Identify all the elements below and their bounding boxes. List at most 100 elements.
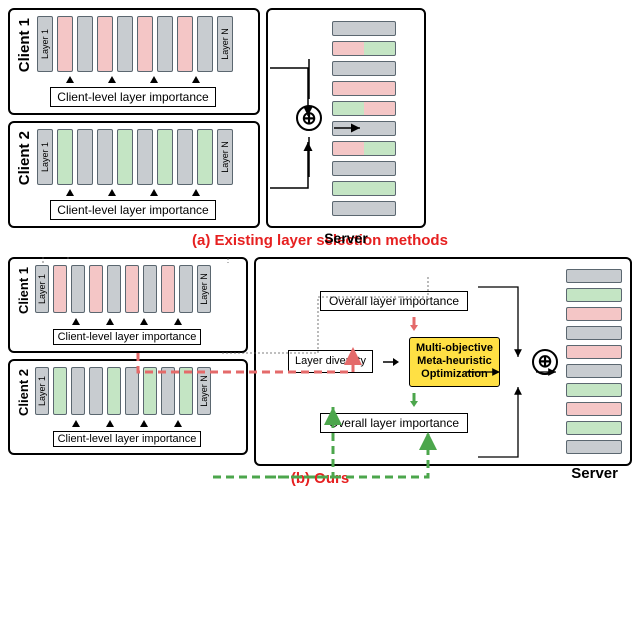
server-label: Server (571, 465, 618, 482)
layer-bar (53, 265, 67, 313)
client-1-label: Client 1 (16, 16, 33, 74)
layer-n-label: Layer N (199, 376, 209, 408)
up-arrow-icon (106, 420, 114, 427)
server-layer-bar (566, 421, 622, 435)
aggregate-icon: ⊕ (296, 105, 322, 131)
up-arrow-icon (108, 76, 116, 83)
up-arrow-icon (192, 189, 200, 196)
layer-1-label: Layer 1 (37, 376, 47, 406)
up-arrow-icon (72, 420, 80, 427)
layer-bar (89, 265, 103, 313)
merge-arrow-icon (299, 59, 319, 99)
layer-bar: Layer N (197, 265, 211, 313)
layer-bar (125, 367, 139, 415)
up-arrow-icon (106, 318, 114, 325)
layer-bar (179, 265, 193, 313)
layer-bar (77, 129, 93, 185)
layer-bar: Layer 1 (35, 367, 49, 415)
layer-bar (53, 367, 67, 415)
layer-bar (143, 265, 157, 313)
overall-importance-box: Overall layer importance (320, 413, 468, 433)
client-1-box: Client 1 Layer 1 Layer N Client-level lay… (8, 8, 260, 115)
up-arrow-icon (108, 189, 116, 196)
server-layer-bar (332, 181, 396, 196)
title-a: (a) Existing layer selection methods (8, 232, 632, 249)
client-2-box: Client 2 Layer 1 Layer N Client-level lay… (8, 121, 260, 228)
layer-bar (57, 16, 73, 72)
server-box-a: ⊕ Server (266, 8, 426, 228)
layer-bar: Layer N (217, 129, 233, 185)
layer-bar (89, 367, 103, 415)
client-1-box-b: Client 1 Layer 1 Layer N Client-level lay… (8, 257, 248, 353)
server-layer-bar (566, 307, 622, 321)
layer-bar (177, 16, 193, 72)
server-layer-bar (566, 383, 622, 397)
layer-bar (107, 367, 121, 415)
layer-bar (197, 16, 213, 72)
client-importance-label: Client-level layer importance (53, 431, 202, 447)
server-layer-bar (332, 201, 396, 216)
layer-bar (161, 265, 175, 313)
opt-line2: Meta-heuristic (416, 355, 493, 368)
layer-bar (143, 367, 157, 415)
server-label: Server (324, 230, 368, 246)
client-1-layers: Layer 1 Layer N (37, 16, 233, 74)
layer-bar: Layer 1 (37, 129, 53, 185)
title-b: (b) Ours (8, 470, 632, 487)
section-b: Client 1 Layer 1 Layer N Client-level lay… (8, 257, 632, 466)
layer-bar (71, 367, 85, 415)
server-layer-bar (332, 161, 396, 176)
overall-importance-box: Overall layer importance (320, 291, 468, 311)
layer-bar (157, 16, 173, 72)
layer-bar (197, 129, 213, 185)
server-layer-bar (566, 326, 622, 340)
up-arrow-icon (140, 420, 148, 427)
client-importance-label: Client-level layer importance (53, 329, 202, 345)
opt-line3: Optimization (416, 368, 493, 381)
up-arrow-icon (72, 318, 80, 325)
opt-line1: Multi-objective (416, 342, 493, 355)
server-layer-bar (332, 101, 396, 116)
up-arrow-icon (140, 318, 148, 325)
up-arrow-icon (66, 189, 74, 196)
client-importance-label: Client-level layer importance (50, 200, 215, 220)
up-arrow-icon (150, 76, 158, 83)
server-layer-bar (566, 402, 622, 416)
server-layer-bar (332, 21, 396, 36)
client-2-label: Client 2 (16, 367, 31, 418)
layer-bar (71, 265, 85, 313)
server-layer-bar (566, 269, 622, 283)
up-arrow-icon (174, 318, 182, 325)
arrow-right-icon (383, 357, 399, 367)
server-layer-bar (332, 61, 396, 76)
server-box-b: Overall layer importance Layer diversity… (254, 257, 632, 466)
layer-bar (125, 265, 139, 313)
merge-arrow-icon (299, 137, 319, 177)
layer-bar (57, 129, 73, 185)
client-2-label: Client 2 (16, 129, 33, 187)
client-importance-label: Client-level layer importance (50, 87, 215, 107)
layer-n-label: Layer N (220, 141, 230, 173)
server-layer-bar (332, 81, 396, 96)
layer-bar (177, 129, 193, 185)
layer-bar (137, 129, 153, 185)
arrow-down-icon (344, 393, 444, 407)
up-arrow-icon (174, 420, 182, 427)
layer-bar (179, 367, 193, 415)
optimization-box: Multi-objective Meta-heuristic Optimizat… (409, 337, 500, 387)
layer-bar: Layer 1 (37, 16, 53, 72)
layer-bar (77, 16, 93, 72)
layer-bar (97, 129, 113, 185)
layer-bar: Layer N (197, 367, 211, 415)
server-layers-b (566, 269, 622, 454)
layer-bar: Layer N (217, 16, 233, 72)
client-1-layers-b: Layer 1 Layer N (35, 265, 211, 316)
layer-bar (117, 129, 133, 185)
layer-1-label: Layer 1 (40, 29, 50, 59)
layer-bar (161, 367, 175, 415)
up-arrow-icon (192, 76, 200, 83)
layer-bar: Layer 1 (35, 265, 49, 313)
client-1-label: Client 1 (16, 265, 31, 316)
layer-n-label: Layer N (199, 274, 209, 306)
layer-bar (97, 16, 113, 72)
